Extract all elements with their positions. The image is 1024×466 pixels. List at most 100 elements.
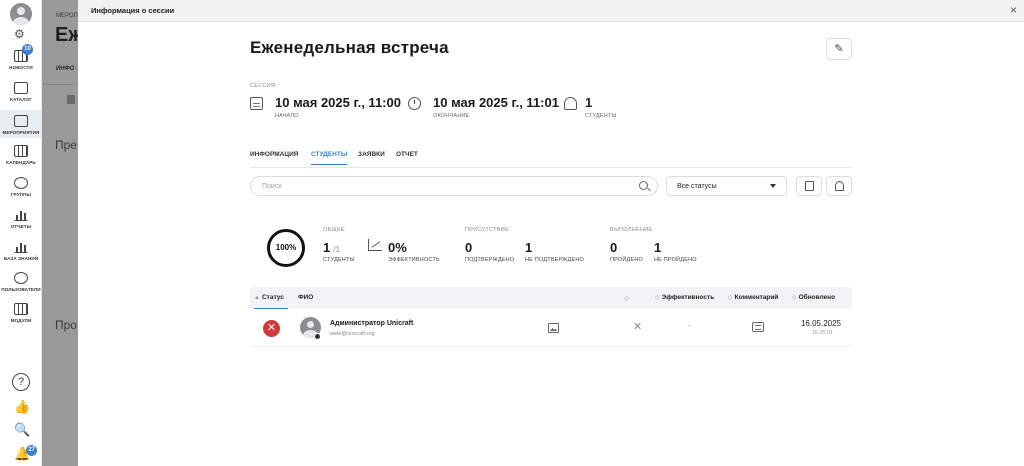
- session-section-label: СЕССИЯ: [250, 83, 276, 89]
- student-name[interactable]: Администратор Unicraft: [330, 320, 413, 327]
- overall-header: ОБЩЕЕ: [323, 227, 345, 233]
- session-info-modal: Информация о сессии × Еженедельная встре…: [78, 0, 1024, 466]
- sort-icon[interactable]: ◇: [624, 294, 629, 302]
- tabs-divider: [250, 167, 852, 168]
- sort-icon: ◇: [655, 295, 660, 301]
- students-total: /1: [333, 245, 340, 254]
- background-divider: [42, 84, 78, 85]
- status-filter-value: Все статусы: [677, 183, 717, 190]
- tab-info[interactable]: ИНФОРМАЦИЯ: [250, 151, 298, 164]
- help-icon[interactable]: ?: [12, 373, 30, 391]
- confirmed-label: ПОДТВЕРЖДЕНО: [465, 257, 515, 263]
- session-tabs: ИНФОРМАЦИЯ СТУДЕНТЫ ЗАЯВКИ ОТЧЕТ: [250, 150, 852, 168]
- background-heading: Про: [55, 318, 77, 332]
- tab-requests[interactable]: ЗАЯВКИ: [358, 151, 385, 164]
- students-count-value: 1: [323, 240, 331, 255]
- chevron-down-icon: [770, 184, 776, 188]
- close-icon[interactable]: ×: [1010, 3, 1017, 17]
- edit-button[interactable]: ✎: [826, 38, 852, 60]
- modal-content: Еженедельная встреча ✎ СЕССИЯ 10 мая 202…: [250, 22, 852, 466]
- clock-icon: [408, 97, 421, 110]
- column-name[interactable]: ФИО: [298, 294, 313, 301]
- column-status[interactable]: ▲ Статус: [254, 287, 288, 309]
- column-comment-label: Комментарий: [734, 294, 779, 301]
- settings-gear-icon[interactable]: ⚙: [14, 28, 25, 40]
- status-filter-select[interactable]: Все статусы: [666, 176, 787, 196]
- not-passed-label: НЕ ПРОЙДЕНО: [654, 257, 697, 263]
- news-count-badge: 10: [22, 44, 33, 55]
- completion-header: ВЫПОЛНЕНИЕ: [610, 227, 653, 233]
- background-icon: [67, 95, 75, 104]
- search-icon: [639, 181, 648, 190]
- sidebar-item-events[interactable]: МЕРОПРИЯТИЯ: [0, 110, 42, 138]
- sidebar-item-label: КАТАЛОГ: [10, 97, 32, 102]
- document-export-icon: [805, 181, 814, 191]
- sidebar-item-news[interactable]: 10 НОВОСТИ: [0, 44, 42, 70]
- search-placeholder: Поиск: [262, 183, 282, 190]
- sidebar-item-catalog[interactable]: КАТАЛОГ: [0, 82, 42, 102]
- close-icon: ✕: [633, 321, 643, 333]
- sort-icon: ◇: [792, 295, 797, 301]
- sidebar-item-label: ГРУППЫ: [10, 192, 32, 197]
- efficiency-cell: -: [688, 321, 691, 330]
- export-button[interactable]: [796, 176, 822, 196]
- failed-status-icon: ✕: [263, 320, 280, 337]
- updated-time: 15:25:01: [811, 330, 833, 336]
- efficiency-label: ЭФФЕКТИВНОСТЬ: [388, 257, 440, 263]
- column-efficiency-label: Эффективность: [661, 294, 715, 301]
- image-icon[interactable]: [548, 323, 559, 333]
- events-icon: [14, 115, 28, 127]
- notifications-badge: 27: [26, 445, 38, 456]
- sidebar-item-label: ОТЧЕТЫ: [10, 224, 32, 229]
- table-row[interactable]: ✕ Администратор Unicraft siete@unicraft.…: [250, 309, 852, 347]
- search-input[interactable]: Поиск: [250, 176, 658, 196]
- trend-icon: [368, 239, 382, 251]
- not-confirmed-label: НЕ ПОДТВЕРЖДЕНО: [525, 257, 585, 263]
- groups-icon: [14, 177, 28, 189]
- not-confirmed-value: 1: [525, 240, 533, 255]
- knowledge-base-icon: [14, 241, 28, 253]
- sort-asc-icon: ▲: [254, 295, 260, 301]
- column-updated[interactable]: ◇ Обновлено: [792, 294, 835, 301]
- search-zoom-icon[interactable]: 🔍: [14, 423, 30, 437]
- background-breadcrumb: МЕРОП: [56, 13, 78, 19]
- user-settings-button[interactable]: [826, 176, 852, 196]
- tab-students[interactable]: СТУДЕНТЫ: [311, 151, 348, 165]
- session-end-label: ОКОНЧАНИЕ: [433, 113, 470, 119]
- sidebar-item-label: ПОЛЬЗОВАТЕЛИ: [1, 287, 41, 292]
- completion-ring: 100%: [267, 229, 305, 267]
- event-title: Еженедельная встреча: [250, 38, 449, 57]
- tab-report[interactable]: ОТЧЕТ: [396, 151, 418, 164]
- sidebar-item-modules[interactable]: МОДУЛИ: [0, 303, 42, 323]
- status-dot-icon: [314, 333, 321, 340]
- sidebar-item-label: БАЗА ЗНАНИЙ: [3, 256, 39, 261]
- sidebar-item-users[interactable]: ПОЛЬЗОВАТЕЛИ: [0, 272, 42, 292]
- session-students-label: СТУДЕНТЫ: [585, 113, 617, 119]
- profile-avatar[interactable]: [10, 3, 32, 25]
- sidebar-item-label: МОДУЛИ: [10, 318, 32, 323]
- column-efficiency[interactable]: ◇ Эффективность: [655, 294, 714, 301]
- users-icon: [14, 272, 28, 284]
- sidebar-item-reports[interactable]: ОТЧЕТЫ: [0, 209, 42, 229]
- sidebar-item-label: МЕРОПРИЯТИЯ: [2, 130, 40, 135]
- background-page-title: Еж: [55, 24, 78, 46]
- student-email: siete@unicraft.org: [330, 331, 375, 337]
- column-comment[interactable]: ◇ Комментарий: [728, 294, 778, 301]
- user-settings-icon: [835, 181, 844, 191]
- students-label: СТУДЕНТЫ: [323, 257, 355, 263]
- thumbs-up-icon[interactable]: 👍: [14, 400, 30, 414]
- sidebar-item-groups[interactable]: ГРУППЫ: [0, 177, 42, 197]
- notifications-bell-icon[interactable]: 🔔 27: [14, 445, 38, 461]
- confirmed-value: 0: [465, 240, 473, 255]
- session-students-value: 1: [585, 95, 593, 110]
- sidebar-item-knowledge-base[interactable]: БАЗА ЗНАНИЙ: [0, 241, 42, 261]
- calendar-icon: [14, 145, 28, 157]
- sidebar-item-calendar[interactable]: КАЛЕНДАРЬ: [0, 145, 42, 165]
- not-passed-value: 1: [654, 240, 662, 255]
- calendar-icon: [250, 97, 263, 110]
- reports-icon: [14, 209, 28, 221]
- attendance-header: ПРИСУТСТВИЕ: [465, 227, 509, 233]
- comment-icon[interactable]: [752, 322, 764, 332]
- users-icon: [564, 97, 577, 110]
- app-sidebar: ⚙ 10 НОВОСТИ КАТАЛОГ МЕРОПРИЯТИЯ КАЛЕНДА…: [0, 0, 42, 466]
